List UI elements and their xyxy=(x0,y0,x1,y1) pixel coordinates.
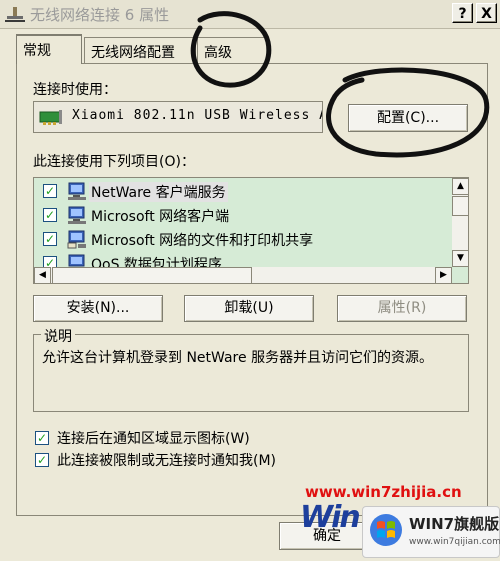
list-item[interactable]: ✓ NetWare 客户端服务 xyxy=(34,180,452,204)
scroll-down-icon[interactable]: ▼ xyxy=(452,250,468,267)
horizontal-scrollbar[interactable]: ◀ ▶ xyxy=(34,267,452,283)
help-button[interactable]: ? xyxy=(452,3,473,23)
watermark-logo-text: Win xyxy=(300,500,361,535)
adapter-name: Xiaomi 802.11n USB Wireless Ad xyxy=(72,108,323,123)
show-icon-label: 连接后在通知区域显示图标(W) xyxy=(57,431,250,447)
notify-label: 此连接被限制或无连接时通知我(M) xyxy=(57,453,277,469)
show-icon-checkbox[interactable]: ✓ xyxy=(35,431,49,445)
list-item[interactable]: ✓ Microsoft 网络客户端 xyxy=(34,204,452,228)
description-title: 说明 xyxy=(41,326,75,346)
network-client-icon xyxy=(68,206,86,224)
vertical-scrollbar[interactable]: ▲ ▼ xyxy=(452,178,468,267)
watermark-badge: WIN7旗舰版 www.win7qijian.com xyxy=(362,506,500,558)
scroll-right-icon[interactable]: ▶ xyxy=(435,267,452,283)
uninstall-button[interactable]: 卸载(U) xyxy=(184,295,314,322)
network-client-icon xyxy=(68,182,86,200)
properties-button[interactable]: 属性(R) xyxy=(337,295,467,322)
tab-general[interactable]: 常规 xyxy=(16,34,82,64)
scroll-up-icon[interactable]: ▲ xyxy=(452,178,468,195)
title-bar: 无线网络连接 6 属性 ? X xyxy=(0,0,500,29)
components-list[interactable]: ✓ NetWare 客户端服务 ✓ Microsoft 网络客户端 ✓ Micr… xyxy=(33,177,469,284)
watermark-domain: www.win7qijian.com xyxy=(409,537,500,547)
network-adapter-icon xyxy=(39,110,62,125)
list-item[interactable]: ✓ Microsoft 网络的文件和打印机共享 xyxy=(34,228,452,252)
watermark-brand: WIN7旗舰版 xyxy=(409,515,500,533)
adapter-field: Xiaomi 802.11n USB Wireless Ad xyxy=(33,101,323,133)
items-label: 此连接使用下列项目(O)： xyxy=(33,154,195,170)
item-checkbox[interactable]: ✓ xyxy=(43,208,57,222)
item-label: Microsoft 网络的文件和打印机共享 xyxy=(91,233,314,249)
file-sharing-icon xyxy=(67,230,86,249)
item-checkbox[interactable]: ✓ xyxy=(43,232,57,246)
description-text: 允许这台计算机登录到 NetWare 服务器并且访问它们的资源。 xyxy=(42,350,434,366)
notify-checkbox[interactable]: ✓ xyxy=(35,453,49,467)
scroll-left-icon[interactable]: ◀ xyxy=(34,267,51,283)
windows-flag-icon xyxy=(370,514,402,546)
install-button[interactable]: 安装(N)... xyxy=(33,295,163,322)
item-label: Microsoft 网络客户端 xyxy=(91,209,230,225)
close-button[interactable]: X xyxy=(476,3,497,23)
description-group xyxy=(33,334,469,412)
tab-wireless-networks[interactable]: 无线网络配置 xyxy=(84,37,196,63)
configure-button[interactable]: 配置(C)... xyxy=(348,104,468,132)
item-label: NetWare 客户端服务 xyxy=(89,182,228,202)
window-title: 无线网络连接 6 属性 xyxy=(30,6,170,24)
connect-using-label: 连接时使用： xyxy=(33,82,117,98)
scroll-thumb[interactable] xyxy=(52,267,252,283)
network-connection-icon xyxy=(5,7,25,22)
scroll-thumb[interactable] xyxy=(452,196,468,216)
item-checkbox[interactable]: ✓ xyxy=(43,184,57,198)
tab-advanced[interactable]: 高级 xyxy=(197,37,267,63)
watermark-url: www.win7zhijia.cn xyxy=(305,483,462,501)
